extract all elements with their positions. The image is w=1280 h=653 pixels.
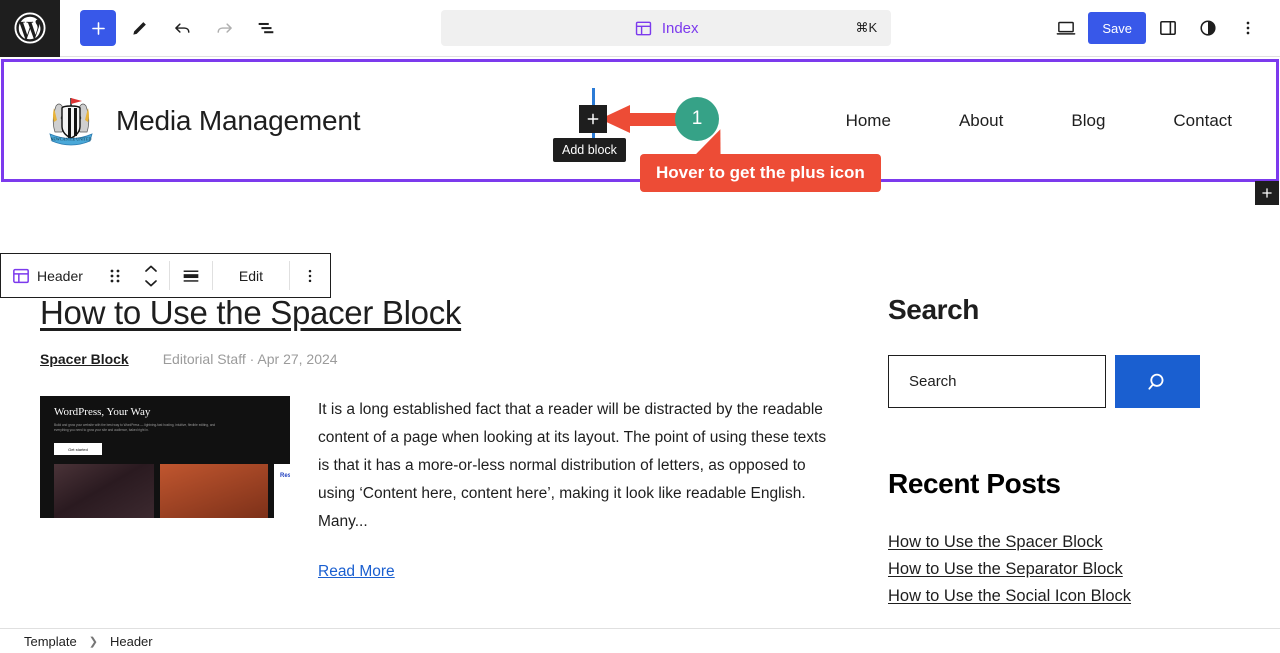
contrast-icon (1200, 20, 1216, 36)
featured-image-subtext: Build and grow your website with the bes… (54, 423, 216, 432)
vertical-dots-icon (1246, 21, 1250, 35)
document-overview-button[interactable] (248, 10, 284, 46)
block-edit-button[interactable]: Edit (213, 254, 289, 297)
breadcrumb-bar: Template ❯ Header (0, 628, 1280, 653)
add-block-tooltip: Add block (553, 138, 626, 162)
breadcrumb-template[interactable]: Template (24, 634, 77, 649)
command-bar[interactable]: Index ⌘K (441, 10, 892, 46)
post-category-link[interactable]: Spacer Block (40, 351, 129, 367)
breadcrumb-header[interactable]: Header (110, 634, 153, 649)
wordpress-site-editor: Index ⌘K Save NEWCASTLE UNITED Media Man… (0, 0, 1280, 653)
device-preview-button[interactable] (1048, 10, 1084, 46)
post-byline: Editorial Staff · Apr 27, 2024 (162, 351, 338, 367)
toolbar-left-group (60, 10, 284, 46)
featured-image-thumbnails: Resilie Relianc (54, 464, 290, 518)
post-meta: Spacer Block Editorial Staff · Apr 27, 2… (40, 351, 840, 367)
save-button[interactable]: Save (1088, 12, 1146, 44)
pencil-icon (133, 22, 146, 35)
block-drag-handle[interactable] (97, 254, 133, 297)
thumbnail-article-text: Resilie Relianc (280, 473, 290, 479)
primary-navigation: Home About Blog Contact (812, 111, 1240, 131)
block-options-button[interactable] (290, 254, 330, 297)
block-toolbar: Header Edit (0, 253, 332, 298)
command-bar-wrapper: Index ⌘K (284, 10, 1048, 46)
recent-post-item[interactable]: How to Use the Social Icon Block (888, 587, 1200, 606)
nav-item-about[interactable]: About (925, 111, 1037, 131)
site-branding[interactable]: NEWCASTLE UNITED Media Management (40, 90, 360, 152)
search-submit-button[interactable] (1115, 355, 1200, 408)
post-body: WordPress, Your Way Build and grow your … (40, 396, 840, 581)
vertical-dots-icon (308, 269, 312, 282)
template-content: How to Use the Spacer Block Spacer Block… (0, 266, 1280, 606)
wordpress-icon (14, 12, 46, 44)
nav-item-home[interactable]: Home (812, 111, 925, 131)
redo-icon (216, 22, 232, 33)
add-block-button[interactable] (80, 10, 116, 46)
search-heading: Search (888, 294, 979, 325)
excerpt-wrapper: It is a long established fact that a rea… (318, 396, 840, 581)
search-icon (1147, 373, 1163, 390)
editor-top-toolbar: Index ⌘K Save (0, 0, 1280, 57)
annotation-step-badge: 1 (675, 97, 719, 141)
recent-post-item[interactable]: How to Use the Spacer Block (888, 533, 1200, 552)
annotation-callout: Hover to get the plus icon (640, 154, 881, 192)
settings-sidebar-button[interactable] (1150, 10, 1186, 46)
command-bar-inner: Index (634, 19, 699, 38)
undo-button[interactable] (164, 10, 200, 46)
align-icon (183, 270, 199, 282)
block-appender-corner-button[interactable] (1255, 181, 1279, 205)
thumbnail-article: Resilie Relianc (274, 464, 290, 518)
post-excerpt: It is a long established fact that a rea… (318, 401, 827, 530)
block-type-button[interactable]: Header (1, 254, 97, 297)
plus-icon (91, 21, 105, 35)
nav-item-contact[interactable]: Contact (1139, 111, 1240, 131)
chevron-right-icon: ❯ (88, 635, 98, 648)
drag-dots-icon (110, 269, 120, 282)
nav-item-blog[interactable]: Blog (1037, 111, 1139, 131)
featured-image-button: Get started (54, 443, 102, 455)
toolbar-right-group: Save (1048, 10, 1280, 46)
search-form (888, 355, 1200, 408)
recent-posts-heading: Recent Posts (888, 468, 1061, 499)
styles-button[interactable] (1190, 10, 1226, 46)
plus-icon (1262, 188, 1272, 198)
read-more-link[interactable]: Read More (318, 563, 395, 581)
plus-icon (587, 113, 599, 125)
redo-button[interactable] (206, 10, 242, 46)
recent-post-item[interactable]: How to Use the Separator Block (888, 560, 1200, 579)
undo-icon (174, 22, 190, 33)
header-block-icon (13, 268, 29, 283)
wordpress-logo-button[interactable] (0, 0, 60, 57)
svg-text:NEWCASTLE UNITED: NEWCASTLE UNITED (50, 136, 91, 141)
options-menu-button[interactable] (1230, 10, 1266, 46)
site-title: Media Management (116, 104, 361, 136)
thumbnail-portrait (160, 464, 268, 518)
editor-canvas: NEWCASTLE UNITED Media Management Home A… (0, 57, 1280, 630)
recent-posts-list: How to Use the Spacer Block How to Use t… (888, 533, 1200, 606)
tools-pencil-button[interactable] (122, 10, 158, 46)
thumbnail-flowers (54, 464, 154, 518)
block-type-group: Header (1, 254, 169, 297)
edit-label: Edit (238, 267, 264, 284)
command-bar-label: Index (661, 19, 699, 37)
featured-image-heading: WordPress, Your Way (54, 406, 151, 418)
command-bar-shortcut: ⌘K (855, 20, 878, 35)
post-title-link[interactable]: How to Use the Spacer Block (40, 294, 840, 332)
list-view-icon (258, 22, 274, 34)
inline-add-block-button[interactable] (579, 105, 607, 133)
template-icon (635, 21, 651, 35)
block-move-buttons[interactable] (133, 254, 169, 297)
newcastle-crest-icon: NEWCASTLE UNITED (49, 97, 93, 145)
block-name-label: Header (37, 267, 83, 284)
desktop-icon (1057, 21, 1076, 35)
sidebar: Search Recent Posts How to Use the Space… (840, 266, 1200, 606)
post-column: How to Use the Spacer Block Spacer Block… (40, 266, 840, 606)
block-align-button[interactable] (170, 254, 212, 297)
search-input[interactable] (888, 355, 1106, 408)
chevron-up-down-icon (145, 265, 157, 286)
sidebar-panel-icon (1160, 20, 1176, 36)
site-logo: NEWCASTLE UNITED (40, 90, 102, 152)
featured-image[interactable]: WordPress, Your Way Build and grow your … (40, 396, 290, 518)
